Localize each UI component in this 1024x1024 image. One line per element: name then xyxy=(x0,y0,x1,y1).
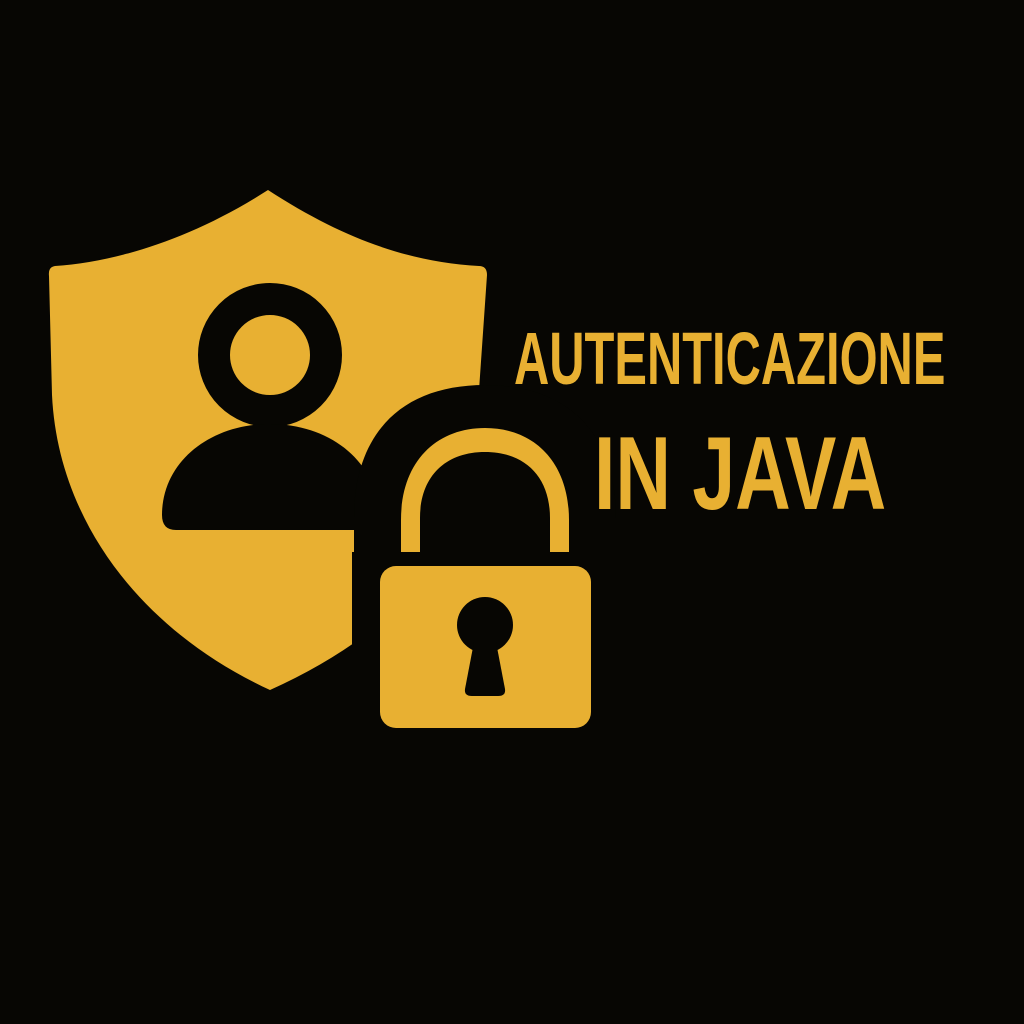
logo-canvas: AUTENTICAZIONE IN JAVA xyxy=(0,0,1024,1024)
title-line-autenticazione: AUTENTICAZIONE xyxy=(514,317,946,400)
title-line-in-java: IN JAVA xyxy=(594,416,887,532)
